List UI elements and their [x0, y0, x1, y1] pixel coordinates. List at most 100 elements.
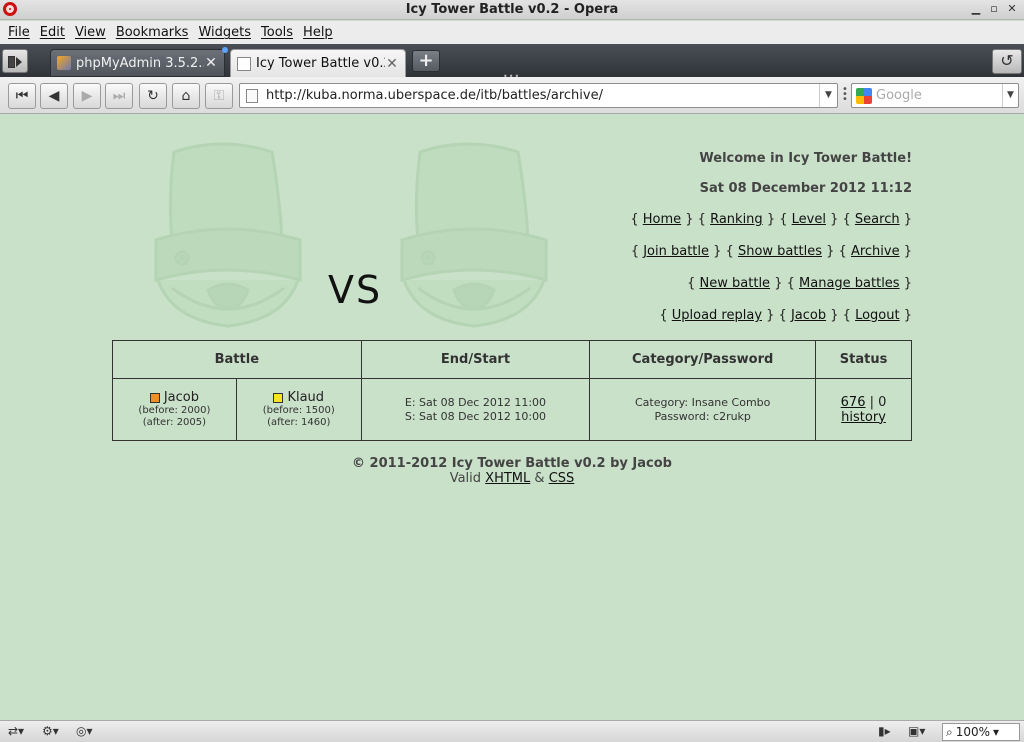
rewind-button[interactable]: ⏮: [8, 83, 36, 109]
page-content: VS Welcome in Icy Tower Battle! Sat 08 D…: [0, 115, 1024, 723]
wand-button[interactable]: ⚿: [205, 83, 233, 109]
valid-label: Valid: [449, 471, 482, 486]
search-input[interactable]: [876, 88, 1002, 103]
nav-search-link[interactable]: Search: [855, 212, 900, 227]
css-link[interactable]: CSS: [549, 471, 575, 486]
status-cell: 676 | 0 history: [815, 378, 912, 441]
header-battle: Battle: [112, 340, 362, 379]
table-row: Jacob (before: 2000) (after: 2005) Klaud…: [112, 378, 912, 441]
tab-icy-tower-battle[interactable]: Icy Tower Battle v0.2 ✕: [230, 49, 406, 77]
status-separator: | 0: [865, 394, 887, 410]
toolbar-grip-icon[interactable]: • • •: [842, 85, 848, 105]
player-one-cell: Jacob (before: 2000) (after: 2005): [112, 378, 237, 441]
player-two-after: (after: 1460): [267, 417, 331, 428]
player-two-before: (before: 1500): [262, 405, 335, 416]
nav-home-link[interactable]: Home: [643, 212, 681, 227]
new-tab-button[interactable]: +: [412, 50, 440, 72]
search-dropdown-icon[interactable]: ▼: [1002, 84, 1018, 107]
nav-user-link[interactable]: Jacob: [791, 308, 826, 323]
player-two-cell: Klaud (before: 1500) (after: 1460): [235, 378, 362, 441]
menu-file[interactable]: File: [3, 25, 35, 40]
panel-toggle-button[interactable]: [2, 49, 28, 73]
menu-bookmarks[interactable]: Bookmarks: [111, 25, 194, 40]
close-tab-icon[interactable]: ✕: [204, 55, 218, 71]
closed-tabs-icon[interactable]: ↺: [992, 49, 1022, 74]
tab-label: Icy Tower Battle v0.2: [256, 56, 385, 71]
vs-label: VS: [328, 268, 383, 312]
panel-icon[interactable]: ▮▸: [878, 724, 891, 738]
address-bar[interactable]: http://kuba.norma.uberspace.de/itb/battl…: [239, 83, 838, 108]
images-icon[interactable]: ▣▾: [908, 724, 925, 738]
player-one-before: (before: 2000): [138, 405, 211, 416]
current-date: Sat 08 December 2012 11:12: [699, 181, 912, 196]
fast-forward-button[interactable]: ⏭: [105, 83, 133, 109]
nav-level-link[interactable]: Level: [792, 212, 826, 227]
forward-button[interactable]: ▶: [73, 83, 101, 109]
category-password-cell: Category: Insane Combo Password: c2rukp: [589, 378, 817, 441]
battle-category: Category: Insane Combo: [634, 395, 771, 409]
turbo-icon[interactable]: ◎▾: [76, 724, 93, 738]
navigation-toolbar: ⏮ ◀ ▶ ⏭ ↻ ⌂ ⚿ http://kuba.norma.uberspac…: [0, 77, 1024, 114]
table-header-row: Battle End/Start Category/Password Statu…: [112, 340, 912, 379]
nav-ranking-link[interactable]: Ranking: [710, 212, 763, 227]
menu-edit[interactable]: Edit: [35, 25, 70, 40]
menu-help[interactable]: Help: [298, 25, 338, 40]
reload-button[interactable]: ↻: [139, 83, 167, 109]
address-dropdown-icon[interactable]: ▼: [819, 84, 837, 107]
history-link[interactable]: history: [841, 410, 886, 425]
nav-logout-link[interactable]: Logout: [855, 308, 900, 323]
status-bar: ⇄▾ ⚙▾ ◎▾ ▮▸ ▣▾ ⌕ 100% ▾: [0, 720, 1024, 742]
header-status: Status: [815, 340, 912, 379]
menu-view[interactable]: View: [70, 25, 111, 40]
tab-phpmyadmin[interactable]: phpMyAdmin 3.5.2... ✕: [50, 49, 225, 77]
unite-icon[interactable]: ⚙▾: [42, 724, 59, 738]
page-footer: © 2011-2012 Icy Tower Battle v0.2 by Jac…: [0, 456, 1024, 486]
end-start-cell: E: Sat 08 Dec 2012 11:00 S: Sat 08 Dec 2…: [360, 378, 591, 441]
site-navigation: Welcome in Icy Tower Battle! Sat 08 Dece…: [630, 151, 912, 323]
xhtml-link[interactable]: XHTML: [485, 471, 530, 486]
search-box[interactable]: ▼: [851, 83, 1019, 108]
nav-archive-link[interactable]: Archive: [851, 244, 900, 259]
player-two-mascot: [400, 142, 548, 328]
ampersand: &: [534, 471, 545, 486]
player-one-after: (after: 2005): [142, 417, 207, 428]
zoom-level: 100%: [955, 725, 991, 739]
player-two-name: Klaud: [287, 390, 325, 405]
nav-new-battle-link[interactable]: New battle: [700, 276, 771, 291]
window-title: Icy Tower Battle v0.2 - Opera: [405, 2, 619, 17]
home-button[interactable]: ⌂: [172, 83, 200, 109]
minimize-icon[interactable]: ▁: [970, 2, 982, 15]
nav-join-battle-link[interactable]: Join battle: [643, 244, 709, 259]
header-end-start: End/Start: [360, 340, 591, 379]
restore-icon[interactable]: ▫: [988, 2, 1000, 15]
address-url[interactable]: http://kuba.norma.uberspace.de/itb/battl…: [266, 88, 819, 103]
menu-bar: File Edit View Bookmarks Widgets Tools H…: [0, 21, 1024, 44]
phpmyadmin-favicon-icon: [57, 56, 71, 70]
battles-table: Battle End/Start Category/Password Statu…: [112, 340, 912, 441]
player-one-mascot: [154, 142, 302, 328]
battle-end-time: E: Sat 08 Dec 2012 11:00: [404, 395, 547, 409]
player-two-color-swatch: [273, 392, 284, 403]
copyright-text: © 2011-2012 Icy Tower Battle v0.2 by Jac…: [352, 456, 672, 471]
battle-password: Password: c2rukp: [654, 409, 751, 423]
battle-start-time: S: Sat 08 Dec 2012 10:00: [404, 409, 547, 423]
tab-activity-dot-icon: [222, 47, 228, 53]
page-favicon-icon: [237, 56, 251, 71]
zoom-dropdown-icon[interactable]: ▾: [993, 725, 999, 739]
close-tab-icon[interactable]: ✕: [385, 56, 399, 72]
close-window-icon[interactable]: ✕: [1006, 2, 1018, 15]
nav-show-battles-link[interactable]: Show battles: [738, 244, 822, 259]
sync-icon[interactable]: ⇄▾: [8, 724, 24, 738]
google-icon[interactable]: [856, 87, 872, 104]
page-info-icon[interactable]: [246, 88, 258, 103]
status-score-link[interactable]: 676: [841, 395, 866, 410]
menu-widgets[interactable]: Widgets: [193, 25, 256, 40]
welcome-text: Welcome in Icy Tower Battle!: [699, 151, 912, 166]
menu-tools[interactable]: Tools: [256, 25, 298, 40]
zoom-control[interactable]: ⌕ 100% ▾: [942, 723, 1020, 741]
back-button[interactable]: ◀: [40, 83, 68, 109]
zoom-icon: ⌕: [946, 724, 953, 739]
tab-label: phpMyAdmin 3.5.2...: [76, 55, 204, 71]
nav-manage-battles-link[interactable]: Manage battles: [799, 276, 900, 291]
nav-upload-replay-link[interactable]: Upload replay: [672, 308, 762, 323]
